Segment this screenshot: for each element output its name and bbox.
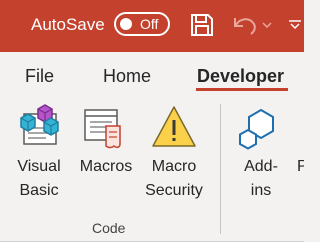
tab-developer[interactable]: Developer — [197, 65, 284, 87]
autosave-label: AutoSave — [31, 15, 105, 34]
ribbon-panel: Visual Basic Macros Macro Security Add- … — [0, 98, 304, 242]
tab-home[interactable]: Home — [103, 65, 151, 87]
more-commands-icon[interactable] — [289, 20, 301, 30]
add-ins-label: Add-ins — [244, 158, 278, 199]
save-icon[interactable] — [190, 13, 214, 37]
macros-icon — [84, 109, 121, 149]
undo-dropdown-icon[interactable] — [262, 22, 272, 28]
toggle-knob — [120, 18, 132, 30]
warning-icon — [152, 106, 196, 147]
code-group-label: Code — [92, 220, 126, 236]
macro-security-label: Macro Security — [145, 158, 203, 199]
group-separator — [220, 104, 221, 234]
add-ins-icon — [239, 108, 274, 150]
ribbon-tabs: File Home Developer — [0, 52, 304, 98]
active-tab-indicator — [196, 88, 288, 91]
macros-button[interactable]: Macros — [74, 98, 138, 208]
macros-label: Macros — [79, 158, 133, 175]
autosave-state: Off — [140, 16, 159, 32]
title-bar: AutoSave Off — [0, 0, 304, 52]
add-ins-button[interactable]: Add-ins — [232, 98, 290, 208]
visual-basic-icon — [20, 104, 59, 145]
visual-basic-label: Visual Basic — [17, 158, 61, 199]
autosave-toggle[interactable]: Off — [114, 12, 170, 36]
tab-file[interactable]: File — [25, 65, 54, 87]
partial-ribbon-button[interactable]: P — [292, 98, 304, 208]
visual-basic-button[interactable]: Visual Basic — [8, 98, 70, 208]
partial-button-label: P — [297, 158, 304, 175]
macro-security-button[interactable]: Macro Security — [141, 98, 207, 208]
undo-icon[interactable] — [232, 14, 258, 36]
